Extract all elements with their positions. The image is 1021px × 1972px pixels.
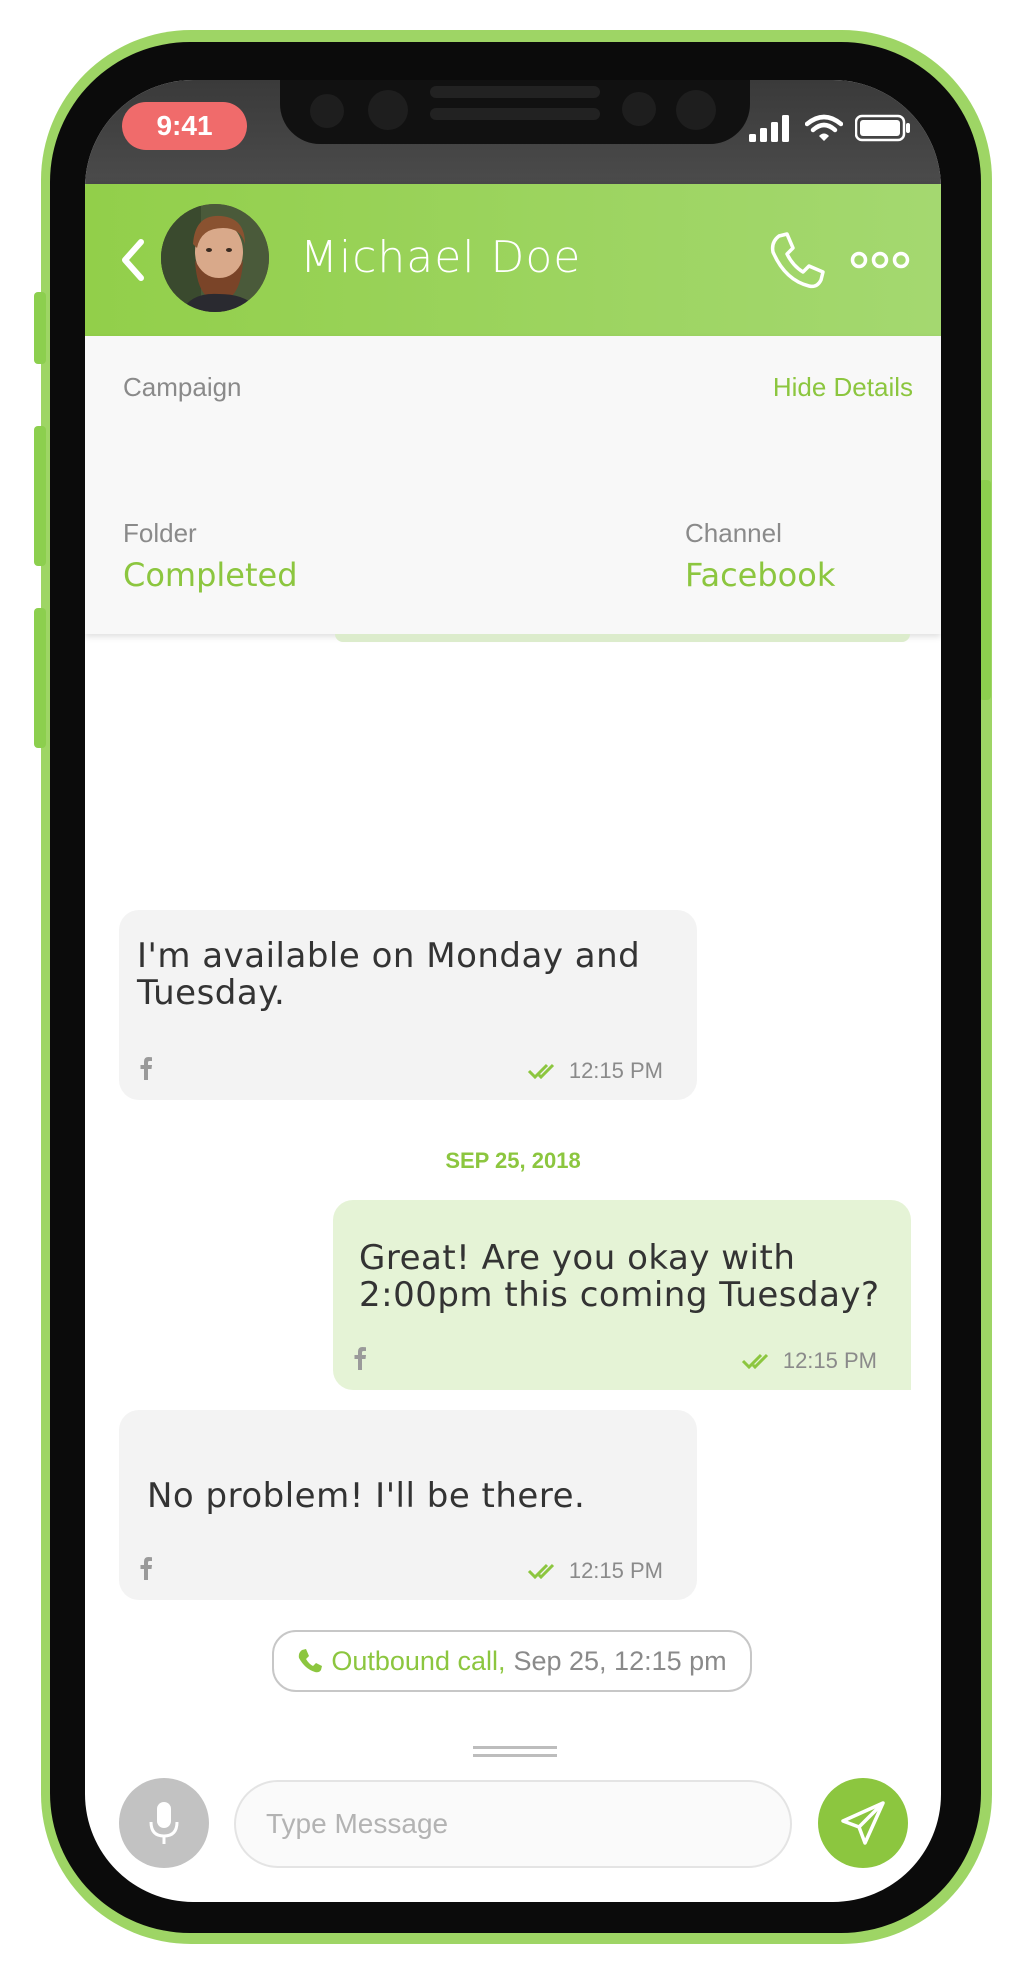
message-meta: 12:15 PM	[741, 1348, 877, 1374]
message-text: I'm available on Monday and Tuesday.	[137, 936, 641, 1013]
phone-call-icon[interactable]	[765, 230, 827, 292]
hide-details-link[interactable]: Hide Details	[773, 372, 913, 403]
call-log-entry[interactable]: Outbound call, Sep 25, 12:15 pm	[272, 1630, 752, 1692]
chat-header: Michael Doe	[85, 184, 941, 336]
avatar-photo	[161, 204, 269, 312]
message-text: No problem! I'll be there.	[147, 1476, 586, 1516]
message-text: Great! Are you okay with 2:00pm this com…	[359, 1238, 880, 1315]
status-icons	[749, 108, 911, 148]
status-bar: 9:41	[85, 80, 941, 184]
phone-mute-switch	[34, 292, 46, 364]
facebook-icon	[140, 1057, 152, 1080]
hidden-message-edge	[335, 634, 910, 642]
message-time: 12:15 PM	[782, 1348, 877, 1373]
wifi-icon	[805, 114, 843, 141]
channel-value: Facebook	[685, 556, 836, 594]
facebook-icon	[140, 1557, 152, 1580]
message-meta: 12:15 PM	[527, 1558, 663, 1584]
message-bubble-incoming[interactable]: No problem! I'll be there. 12:15 PM	[119, 1410, 697, 1600]
date-separator: SEP 25, 2018	[445, 1148, 581, 1173]
drag-handle[interactable]	[473, 1754, 557, 1757]
channel-label: Channel	[685, 518, 782, 548]
back-arrow-icon[interactable]	[113, 232, 149, 288]
call-timestamp: Sep 25, 12:15 pm	[513, 1645, 727, 1676]
message-meta: 12:15 PM	[527, 1058, 663, 1084]
conversation-details-panel: Campaign Hide Details Folder Completed C…	[85, 336, 941, 634]
folder-value: Completed	[123, 556, 298, 594]
contact-name: Michael Doe	[300, 232, 582, 283]
microphone-button[interactable]	[119, 1778, 209, 1868]
signal-icon	[749, 115, 789, 142]
camera-notch	[280, 80, 750, 144]
status-time: 9:41	[122, 102, 247, 150]
send-plane-icon	[841, 1801, 885, 1845]
message-input[interactable]	[234, 1780, 792, 1868]
folder-label: Folder	[123, 518, 197, 548]
double-check-icon	[527, 1063, 554, 1080]
message-time: 12:15 PM	[568, 1558, 663, 1583]
more-options-icon[interactable]	[850, 248, 910, 272]
contact-avatar[interactable]	[161, 204, 269, 312]
campaign-label: Campaign	[123, 372, 242, 402]
send-button[interactable]	[818, 1778, 908, 1868]
message-bubble-incoming[interactable]: I'm available on Monday and Tuesday. 12:…	[119, 910, 697, 1100]
phone-volume-up	[34, 426, 46, 566]
facebook-icon	[354, 1347, 366, 1370]
phone-icon	[299, 1649, 323, 1673]
call-type: Outbound call,	[331, 1645, 506, 1676]
microphone-icon	[149, 1802, 179, 1844]
drag-handle[interactable]	[473, 1746, 557, 1749]
phone-volume-down	[34, 608, 46, 748]
double-check-icon	[527, 1563, 554, 1580]
message-time: 12:15 PM	[568, 1058, 663, 1083]
battery-icon	[855, 114, 910, 142]
phone-screen: 9:41 Michael Doe Campaign Hide Details F…	[85, 80, 941, 1902]
double-check-icon	[741, 1353, 768, 1370]
message-bubble-outgoing[interactable]: Great! Are you okay with 2:00pm this com…	[333, 1200, 911, 1390]
